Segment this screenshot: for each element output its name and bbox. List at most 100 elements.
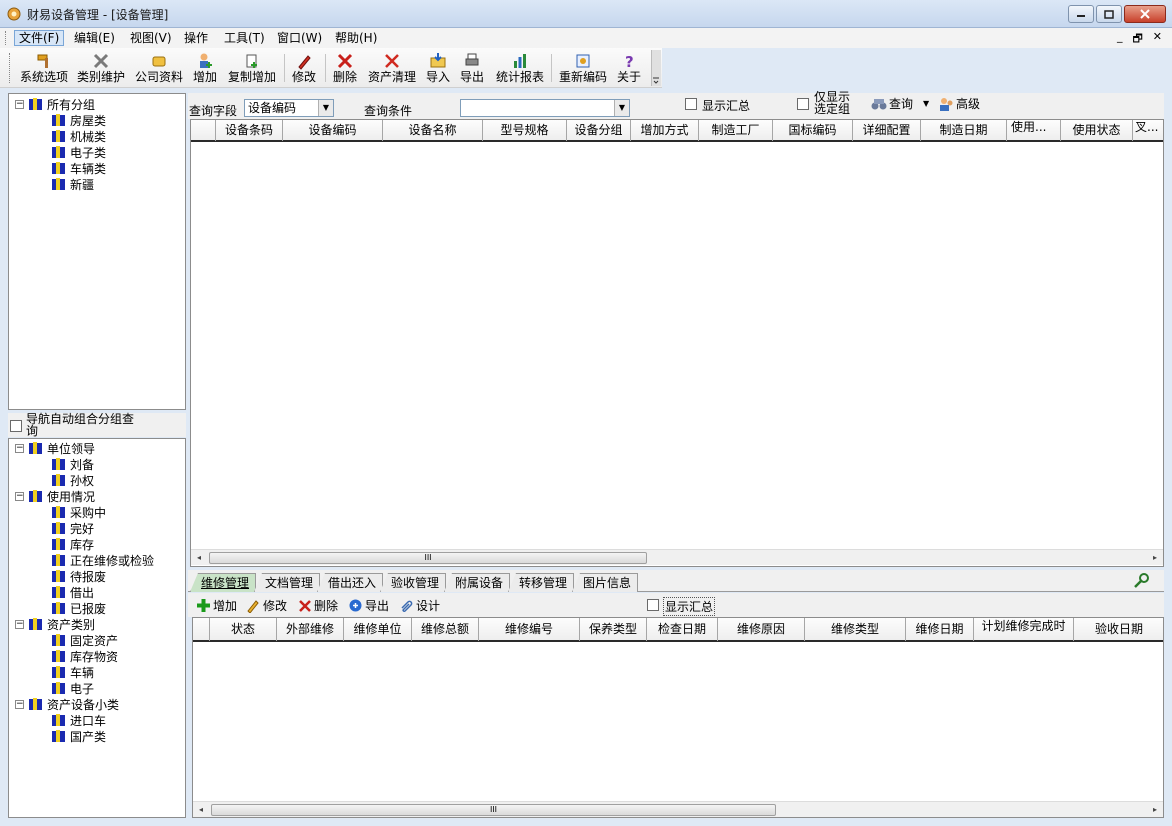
recode-button[interactable]: 重新编码 (556, 50, 610, 86)
menu-file[interactable]: 文件(F) (14, 30, 65, 46)
scroll-left-icon[interactable]: ◂ (191, 550, 207, 566)
menu-window[interactable]: 窗口(W) (273, 30, 326, 46)
column-header[interactable]: 增加方式 (631, 120, 699, 141)
detail-export-button[interactable]: 导出 (348, 597, 389, 614)
import-button[interactable]: 导入 (424, 50, 452, 86)
column-header[interactable]: 设备编码 (283, 120, 383, 141)
tab-pictures[interactable]: 图片信息 (572, 573, 639, 592)
copy-add-button[interactable]: 复制增加 (226, 50, 278, 86)
detail-show-summary-checkbox[interactable] (647, 599, 659, 611)
column-header[interactable]: 设备名称 (383, 120, 483, 141)
add-button[interactable]: 增加 (190, 50, 220, 86)
column-header[interactable]: 计划维修完成时 (974, 618, 1074, 641)
column-header[interactable]: 设备条码 (216, 120, 283, 141)
detail-add-button[interactable]: 增加 (196, 597, 237, 614)
equipment-grid-hscroll[interactable]: ◂ III ▸ (191, 549, 1163, 565)
query-button[interactable]: 查询 ▼ (871, 95, 929, 112)
tree-node-item[interactable]: 完好 (51, 520, 94, 536)
tree-node-item[interactable]: 房屋类 (51, 112, 106, 128)
tab-acceptance[interactable]: 验收管理 (380, 573, 447, 592)
collapse-icon[interactable]: − (15, 443, 24, 453)
column-header[interactable]: 维修原因 (718, 618, 805, 641)
menu-tools[interactable]: 工具(T) (220, 30, 269, 46)
tree-node-item[interactable]: 库存 (51, 536, 94, 552)
column-header[interactable]: 维修总额 (412, 618, 479, 641)
tab-documents[interactable]: 文档管理 (254, 573, 321, 592)
system-options-button[interactable]: 系统选项 (18, 50, 70, 86)
about-button[interactable]: ? 关于 (615, 50, 643, 86)
query-field-select[interactable]: 设备编码 ▼ (244, 99, 334, 117)
tree-node-item[interactable]: 已报废 (51, 600, 106, 616)
column-header[interactable]: 型号规格 (483, 120, 567, 141)
only-selected-checkbox[interactable] (797, 98, 809, 110)
design-tool-icon[interactable] (1132, 572, 1150, 590)
column-header[interactable]: 状态 (210, 618, 277, 641)
dropdown-arrow-icon[interactable]: ▼ (318, 100, 333, 116)
maximize-button[interactable] (1096, 5, 1122, 23)
column-header[interactable]: 使用状态 (1061, 120, 1133, 141)
column-header[interactable]: 外部维修 (277, 618, 344, 641)
column-header[interactable]: 维修编号 (479, 618, 580, 641)
tree-node-item[interactable]: 车辆类 (51, 160, 106, 176)
maintenance-grid-hscroll[interactable]: ◂ III ▸ (193, 801, 1163, 817)
query-dropdown-arrow[interactable]: ▼ (923, 99, 929, 108)
collapse-icon[interactable]: − (15, 699, 24, 709)
detail-delete-button[interactable]: 删除 (298, 597, 338, 614)
export-button[interactable]: 导出 (458, 50, 486, 86)
nav-auto-combine-toggle[interactable]: 导航自动组合分组查 询 (8, 413, 186, 437)
query-condition-select[interactable]: ▼ (460, 99, 630, 117)
menu-help[interactable]: 帮助(H) (331, 30, 381, 46)
tree-node-item[interactable]: 孙权 (51, 472, 94, 488)
column-header[interactable]: 保养类型 (580, 618, 647, 641)
tree-node-item[interactable]: 正在维修或检验 (51, 552, 154, 568)
tree-node-item[interactable]: 电子类 (51, 144, 106, 160)
delete-button[interactable]: 删除 (330, 50, 360, 86)
company-info-button[interactable]: 公司资料 (133, 50, 185, 86)
statistics-report-button[interactable]: 统计报表 (494, 50, 546, 86)
dropdown-arrow-icon[interactable]: ▼ (614, 100, 629, 116)
tree-node-item[interactable]: 采购中 (51, 504, 106, 520)
edit-button[interactable]: 修改 (289, 50, 319, 86)
collapse-icon[interactable]: − (15, 491, 24, 501)
column-header[interactable]: 验收日期 (1074, 618, 1163, 641)
scroll-left-icon[interactable]: ◂ (193, 802, 209, 817)
menu-view[interactable]: 视图(V) (126, 30, 176, 46)
tree-node-item[interactable]: 机械类 (51, 128, 106, 144)
detail-edit-button[interactable]: 修改 (246, 597, 287, 614)
nav-auto-combine-checkbox[interactable] (10, 420, 22, 432)
tab-transfer[interactable]: 转移管理 (508, 573, 575, 592)
advanced-query-button[interactable]: 高级 (938, 95, 980, 112)
tree-node-item[interactable]: 待报废 (51, 568, 106, 584)
collapse-icon[interactable]: − (15, 99, 24, 109)
column-header[interactable]: 国标编码 (773, 120, 853, 141)
tree-node-item[interactable]: 库存物资 (51, 648, 118, 664)
column-header[interactable]: 设备分组 (567, 120, 631, 141)
tab-accessories[interactable]: 附属设备 (444, 573, 511, 592)
asset-clear-button[interactable]: 资产清理 (365, 50, 419, 86)
column-header[interactable]: 使用... (1007, 120, 1061, 141)
tree-group-usage[interactable]: − 使用情况 (15, 488, 95, 504)
tree-node-item[interactable]: 车辆 (51, 664, 94, 680)
minimize-button[interactable] (1068, 5, 1094, 23)
tree-group-leader[interactable]: − 单位领导 (15, 440, 95, 456)
tab-lend-return[interactable]: 借出还入 (317, 573, 384, 592)
tree-node-item[interactable]: 固定资产 (51, 632, 118, 648)
column-header[interactable]: 维修单位 (344, 618, 412, 641)
tree-node-item[interactable]: 进口车 (51, 712, 106, 728)
column-header[interactable]: 制造日期 (921, 120, 1007, 141)
mdi-restore-button[interactable]: 🗗 (1132, 30, 1142, 49)
column-header[interactable]: 检查日期 (647, 618, 718, 641)
tree-node-item[interactable]: 国产类 (51, 728, 106, 744)
menu-operation[interactable]: 操作 (180, 30, 212, 46)
tree-group-asset-subclass[interactable]: − 资产设备小类 (15, 696, 119, 712)
collapse-icon[interactable]: − (15, 619, 24, 629)
scroll-right-icon[interactable]: ▸ (1147, 802, 1163, 817)
column-header[interactable]: 叉... (1133, 120, 1163, 141)
tree-node-item[interactable]: 刘备 (51, 456, 94, 472)
toolbar-grip[interactable] (9, 53, 12, 83)
close-button[interactable] (1124, 5, 1166, 23)
tab-maintenance[interactable]: 维修管理 (190, 573, 257, 592)
scroll-thumb[interactable]: III (211, 804, 776, 816)
menu-edit[interactable]: 编辑(E) (70, 30, 119, 46)
toolbar-overflow-button[interactable] (651, 50, 661, 86)
